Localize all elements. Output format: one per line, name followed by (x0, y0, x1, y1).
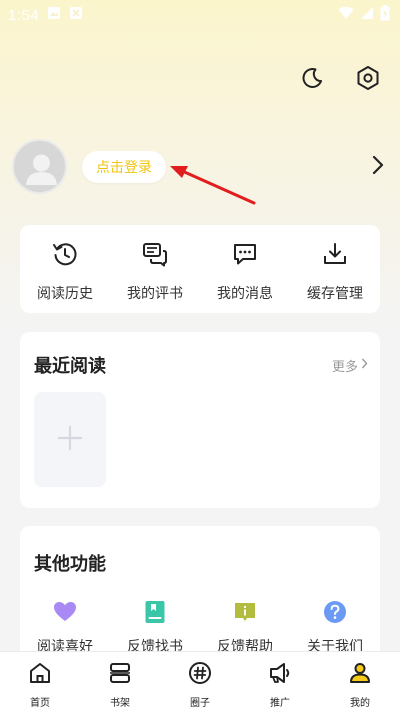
bottom-tab-bar: 首页 书架 圈子 推广 我的 (0, 651, 400, 710)
download-icon (322, 241, 348, 271)
home-icon (28, 661, 52, 689)
login-label: 点击登录 (96, 160, 152, 176)
quick-label: 缓存管理 (307, 286, 363, 302)
tab-label: 推广 (270, 698, 290, 709)
my-reviews-button[interactable]: 我的评书 (110, 225, 200, 313)
moon-icon (300, 66, 324, 94)
chevron-right-icon (361, 358, 368, 373)
other-functions-title: 其他功能 (34, 554, 106, 575)
reading-preference-button[interactable]: 阅读喜好 (20, 600, 110, 656)
settings-button[interactable] (354, 66, 382, 94)
my-messages-button[interactable]: 我的消息 (200, 225, 290, 313)
user-icon (348, 661, 372, 689)
default-avatar-icon (26, 154, 57, 185)
tab-label: 圈子 (190, 698, 210, 709)
night-mode-button[interactable] (298, 66, 326, 94)
other-functions-card: 其他功能 阅读喜好 反馈找书 反馈帮助 关于我们 (20, 526, 380, 666)
reading-history-button[interactable]: 阅读历史 (20, 225, 110, 313)
avatar[interactable] (12, 139, 67, 194)
quick-label: 我的消息 (217, 286, 273, 302)
settings-icon (355, 65, 381, 95)
feedback-help-button[interactable]: 反馈帮助 (200, 600, 290, 656)
book-icon (143, 600, 167, 624)
plus-icon (57, 425, 83, 455)
quick-actions-card: 阅读历史 我的评书 我的消息 缓存管理 (20, 225, 380, 313)
bookshelf-icon (108, 661, 132, 689)
question-icon (323, 600, 347, 624)
app-notification-icon (69, 6, 83, 24)
more-label: 更多 (331, 360, 358, 375)
wifi-icon (338, 6, 354, 24)
tab-label: 首页 (30, 698, 50, 709)
more-link[interactable]: 更多 (332, 356, 368, 375)
profile-chevron[interactable] (368, 153, 388, 181)
login-button[interactable]: 点击登录 (82, 151, 166, 183)
status-bar: 1:54 (0, 0, 400, 30)
megaphone-icon (268, 661, 292, 689)
status-time: 1:54 (8, 6, 40, 24)
info-icon (233, 600, 257, 624)
tab-label: 我的 (350, 698, 370, 709)
recent-reading-title: 最近阅读 (34, 356, 106, 377)
review-icon (142, 241, 168, 271)
history-icon (52, 241, 78, 271)
add-book-button[interactable] (34, 392, 106, 487)
heart-icon (53, 600, 77, 624)
tab-home[interactable]: 首页 (0, 652, 80, 710)
tab-mine[interactable]: 我的 (320, 652, 400, 710)
image-notification-icon (47, 6, 61, 24)
quick-label: 阅读历史 (37, 286, 93, 302)
hashtag-icon (188, 661, 212, 689)
battery-icon (380, 5, 390, 25)
annotation-arrow (168, 160, 260, 212)
status-left: 1:54 (8, 6, 83, 24)
message-icon (232, 241, 258, 271)
cache-management-button[interactable]: 缓存管理 (290, 225, 380, 313)
tab-circle[interactable]: 圈子 (160, 652, 240, 710)
signal-icon (360, 6, 374, 24)
chevron-right-icon (372, 155, 384, 179)
tab-bookshelf[interactable]: 书架 (80, 652, 160, 710)
tab-label: 书架 (110, 698, 130, 709)
quick-label: 我的评书 (127, 286, 183, 302)
function-row: 阅读喜好 反馈找书 反馈帮助 关于我们 (20, 600, 380, 656)
feedback-find-book-button[interactable]: 反馈找书 (110, 600, 200, 656)
status-right (338, 5, 390, 25)
recent-reading-card: 最近阅读 更多 (20, 332, 380, 508)
top-actions (298, 66, 382, 94)
about-us-button[interactable]: 关于我们 (290, 600, 380, 656)
tab-promotion[interactable]: 推广 (240, 652, 320, 710)
